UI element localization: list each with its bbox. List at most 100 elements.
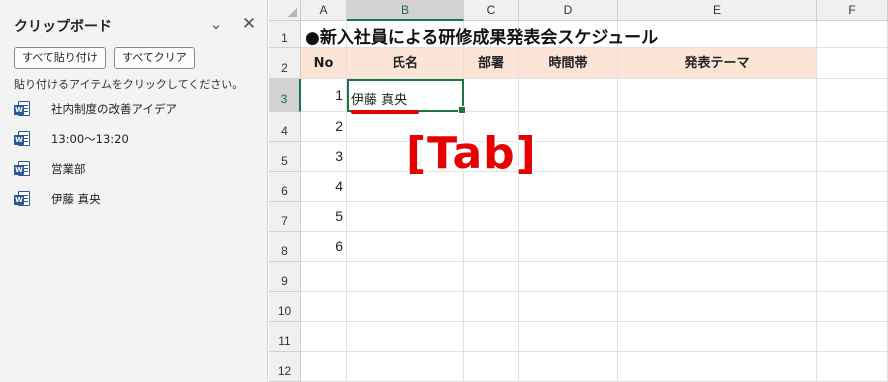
cell-no[interactable]: 3 bbox=[301, 142, 347, 172]
grid-cell[interactable] bbox=[347, 232, 464, 262]
clipboard-item-label: 伊藤 真央 bbox=[51, 192, 101, 206]
cell-no[interactable]: 5 bbox=[301, 202, 347, 232]
clipboard-item[interactable]: W 伊藤 真央 bbox=[14, 186, 254, 212]
word-doc-icon: W bbox=[14, 101, 31, 117]
pane-title: クリップボード bbox=[14, 19, 112, 35]
paste-all-button[interactable]: すべて貼り付け bbox=[14, 47, 106, 69]
cell-no[interactable]: 4 bbox=[301, 172, 347, 202]
clipboard-item[interactable]: W 営業部 bbox=[14, 156, 254, 182]
grid-cell[interactable] bbox=[817, 48, 888, 79]
grid-cell[interactable] bbox=[618, 232, 817, 262]
row-header[interactable]: 4 bbox=[269, 112, 301, 142]
column-header-c[interactable]: C bbox=[464, 0, 519, 21]
cell-no[interactable]: 2 bbox=[301, 112, 347, 142]
clipboard-item[interactable]: W 13:00～13:20 bbox=[14, 126, 254, 152]
grid-cell[interactable] bbox=[817, 322, 888, 352]
grid-cell[interactable] bbox=[301, 292, 347, 322]
column-header-d[interactable]: D bbox=[519, 0, 618, 21]
grid-cell[interactable] bbox=[618, 292, 817, 322]
row-header[interactable]: 3 bbox=[269, 79, 301, 112]
header-no[interactable]: No bbox=[301, 48, 347, 79]
grid-cell[interactable] bbox=[519, 232, 618, 262]
column-header-b[interactable]: B bbox=[347, 0, 464, 21]
word-doc-icon: W bbox=[14, 131, 31, 147]
header-time-slot[interactable]: 時間帯 bbox=[519, 48, 618, 79]
grid-cell[interactable] bbox=[347, 262, 464, 292]
grid-cell[interactable] bbox=[464, 292, 519, 322]
row-header[interactable]: 6 bbox=[269, 172, 301, 202]
header-department[interactable]: 部署 bbox=[464, 48, 519, 79]
select-all-corner[interactable] bbox=[269, 0, 301, 21]
column-header-a[interactable]: A bbox=[301, 0, 347, 21]
row-header[interactable]: 1 bbox=[269, 21, 301, 48]
active-cell[interactable] bbox=[347, 79, 466, 114]
row-header[interactable]: 10 bbox=[269, 292, 301, 322]
column-header-e[interactable]: E bbox=[618, 0, 817, 21]
grid-cell[interactable] bbox=[347, 322, 464, 352]
grid-cell[interactable] bbox=[817, 262, 888, 292]
clipboard-item-label: 13:00～13:20 bbox=[51, 132, 129, 146]
column-header-f[interactable]: F bbox=[817, 0, 888, 21]
grid-cell[interactable] bbox=[817, 79, 888, 112]
row-header[interactable]: 7 bbox=[269, 202, 301, 232]
grid-cell[interactable] bbox=[519, 262, 618, 292]
grid-cell[interactable] bbox=[347, 352, 464, 382]
grid-cell[interactable] bbox=[464, 79, 519, 112]
row-header[interactable]: 9 bbox=[269, 262, 301, 292]
grid-cell[interactable] bbox=[817, 232, 888, 262]
grid-cell[interactable] bbox=[817, 172, 888, 202]
clipboard-item-label: 営業部 bbox=[51, 162, 86, 176]
grid-cell[interactable] bbox=[618, 352, 817, 382]
grid-cell[interactable] bbox=[301, 322, 347, 352]
header-name[interactable]: 氏名 bbox=[347, 48, 464, 79]
grid-cell[interactable] bbox=[301, 352, 347, 382]
grid-cell[interactable] bbox=[519, 352, 618, 382]
row-header[interactable]: 8 bbox=[269, 232, 301, 262]
grid-cell[interactable] bbox=[618, 172, 817, 202]
grid-cell[interactable] bbox=[464, 232, 519, 262]
grid-cell[interactable] bbox=[618, 202, 817, 232]
red-underline-annotation bbox=[351, 110, 419, 114]
clipboard-pane: クリップボード ⌄ ✕ すべて貼り付け すべてクリア 貼り付けるアイテムをクリッ… bbox=[0, 0, 268, 382]
tab-key-annotation: [Tab] bbox=[406, 128, 537, 179]
grid-cell[interactable] bbox=[464, 202, 519, 232]
grid-cell[interactable] bbox=[817, 352, 888, 382]
grid-cell[interactable] bbox=[464, 322, 519, 352]
cell-no[interactable]: 6 bbox=[301, 232, 347, 262]
grid-cell[interactable] bbox=[347, 292, 464, 322]
grid-cell[interactable] bbox=[817, 292, 888, 322]
grid-cell[interactable] bbox=[301, 262, 347, 292]
grid-cell[interactable] bbox=[817, 112, 888, 142]
grid-cell[interactable] bbox=[618, 112, 817, 142]
word-doc-icon: W bbox=[14, 161, 31, 177]
grid-cell[interactable] bbox=[519, 202, 618, 232]
pane-hint: 貼り付けるアイテムをクリックしてください。 bbox=[14, 78, 244, 91]
close-icon[interactable]: ✕ bbox=[239, 14, 259, 34]
word-doc-icon: W bbox=[14, 191, 31, 207]
header-theme[interactable]: 発表テーマ bbox=[618, 48, 817, 79]
row-header[interactable]: 12 bbox=[269, 352, 301, 382]
grid-cell[interactable] bbox=[618, 322, 817, 352]
row-header[interactable]: 2 bbox=[269, 48, 301, 79]
grid-cell[interactable] bbox=[519, 322, 618, 352]
chevron-down-icon[interactable]: ⌄ bbox=[206, 14, 226, 34]
grid-cell[interactable] bbox=[618, 79, 817, 112]
grid-cell[interactable] bbox=[618, 262, 817, 292]
row-header[interactable]: 11 bbox=[269, 322, 301, 352]
spreadsheet: A B C D E F 1 2 3 4 5 6 7 8 9 10 11 12 ●… bbox=[269, 0, 888, 382]
grid-cell[interactable] bbox=[519, 292, 618, 322]
clipboard-item-label: 社内制度の改善アイデア bbox=[51, 102, 177, 116]
grid-cell[interactable] bbox=[817, 21, 888, 48]
grid-cell[interactable] bbox=[817, 202, 888, 232]
clear-all-button[interactable]: すべてクリア bbox=[114, 47, 195, 69]
grid-cell[interactable] bbox=[519, 79, 618, 112]
grid-cell[interactable] bbox=[817, 142, 888, 172]
clipboard-item[interactable]: W 社内制度の改善アイデア bbox=[14, 96, 254, 122]
grid-cell[interactable] bbox=[464, 352, 519, 382]
grid-cell[interactable] bbox=[464, 262, 519, 292]
grid-cell[interactable] bbox=[347, 202, 464, 232]
row-header[interactable]: 5 bbox=[269, 142, 301, 172]
grid-cell[interactable] bbox=[618, 142, 817, 172]
cell-no[interactable]: 1 bbox=[301, 79, 347, 112]
sheet-title: ●新入社員による研修成果発表会スケジュール bbox=[305, 28, 659, 48]
